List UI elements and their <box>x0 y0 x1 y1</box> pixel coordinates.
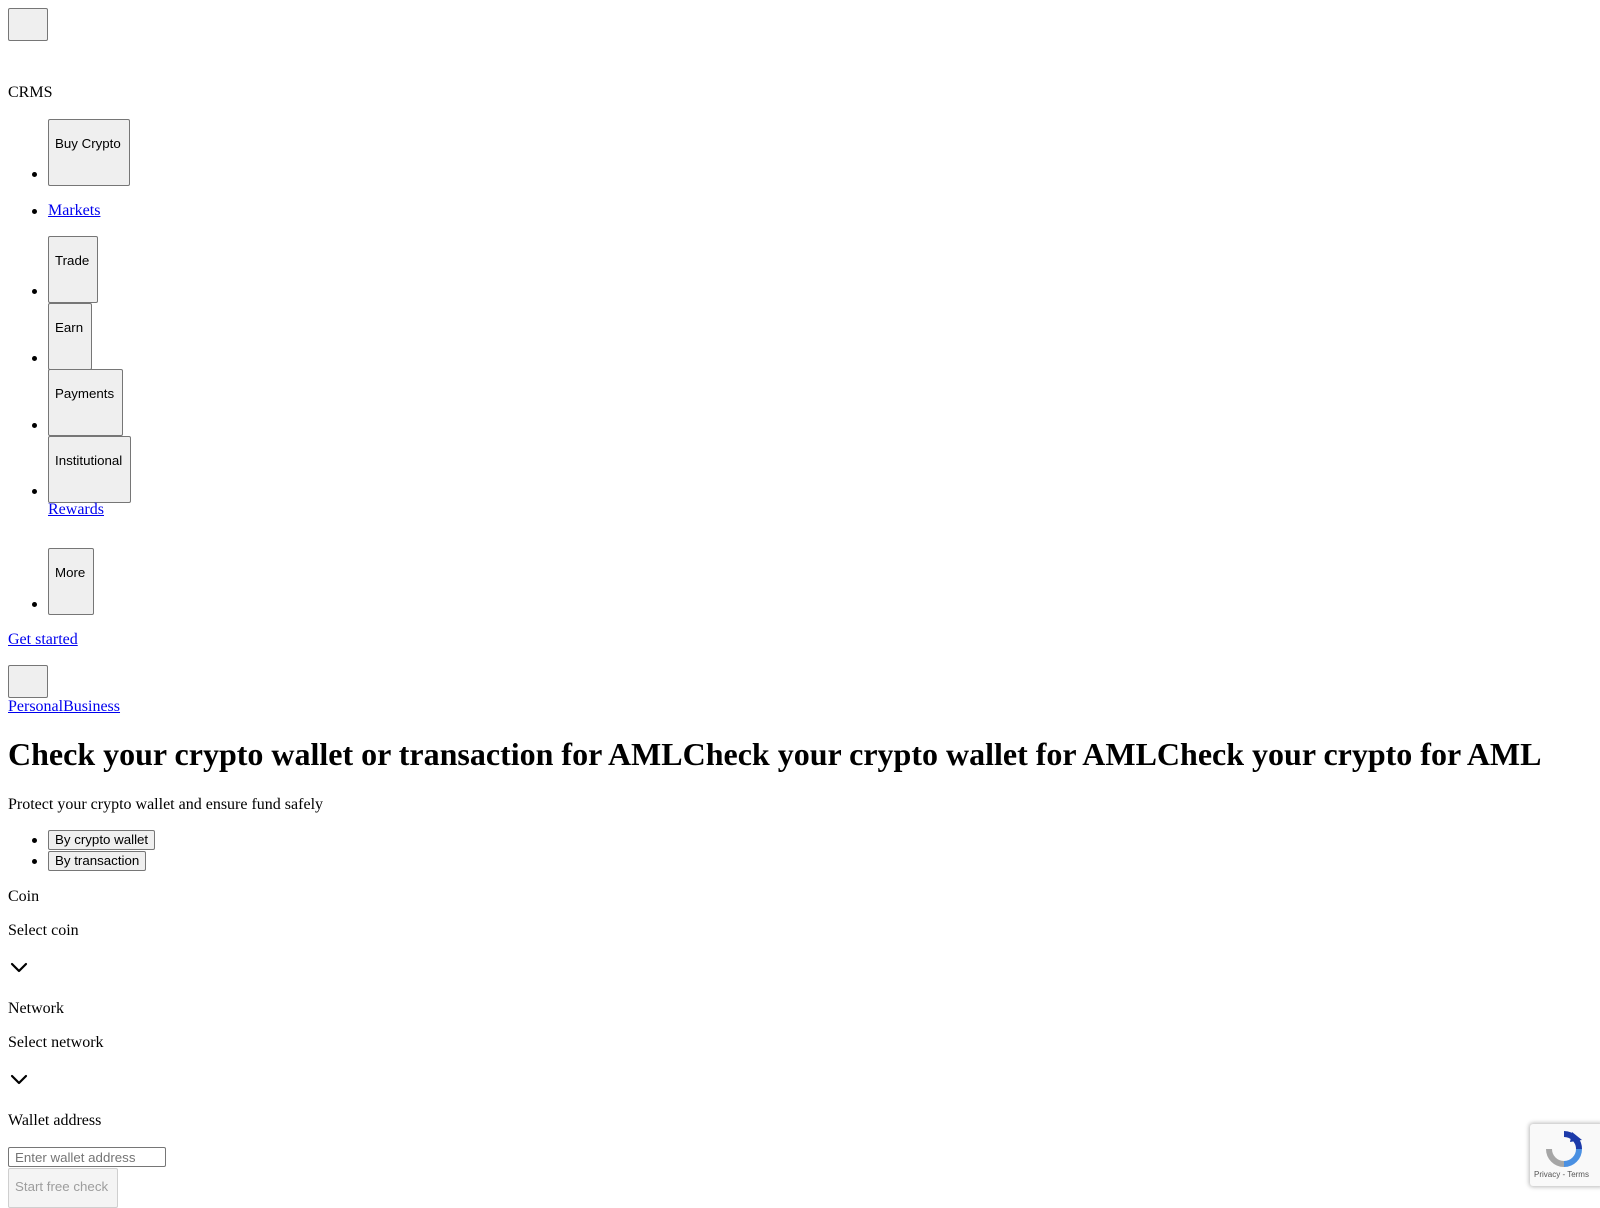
nav-bullet <box>32 356 37 361</box>
nav-markets-link[interactable]: Markets <box>48 202 100 220</box>
tab-by-transaction[interactable]: By transaction <box>48 851 147 871</box>
nav-bullet <box>32 423 37 428</box>
nav-institutional-button[interactable]: Institutional <box>48 436 131 503</box>
nav-bullet <box>32 602 37 607</box>
segment-switch: PersonalBusiness <box>8 698 120 716</box>
coin-select-value[interactable]: Select coin <box>8 922 79 940</box>
secondary-menu-button[interactable] <box>8 665 48 698</box>
nav-bullet <box>32 172 37 177</box>
nav-bullet <box>32 209 37 214</box>
brand-logo: CRMS <box>8 84 53 101</box>
wallet-address-label: Wallet address <box>8 1112 102 1129</box>
nav-more-button[interactable]: More <box>48 548 94 615</box>
nav-earn-button[interactable]: Earn <box>48 303 92 370</box>
nav-bullet <box>32 489 37 494</box>
tab-by-crypto-wallet[interactable]: By crypto wallet <box>48 830 156 850</box>
hero-subtitle: Protect your crypto wallet and ensure fu… <box>8 796 324 813</box>
hero-headline: Check your crypto wallet or transaction … <box>8 736 1542 772</box>
chevron-down-icon[interactable] <box>8 1073 30 1087</box>
recaptcha-badge[interactable]: Privacy - Terms <box>1530 1124 1600 1186</box>
nav-trade-button[interactable]: Trade <box>48 236 98 303</box>
recaptcha-icon <box>1546 1131 1582 1167</box>
coin-label: Coin <box>8 888 40 905</box>
nav-buy-crypto-button[interactable]: Buy Crypto <box>48 119 130 186</box>
start-free-check-button[interactable]: Start free check <box>8 1168 118 1208</box>
nav-bullet <box>32 289 37 294</box>
network-select-value[interactable]: Select network <box>8 1034 104 1052</box>
tab-bullet <box>32 838 37 843</box>
business-link[interactable]: Business <box>63 698 120 715</box>
tab-bullet <box>32 859 37 864</box>
personal-link[interactable]: Personal <box>8 698 63 715</box>
nav-rewards-link[interactable]: Rewards <box>48 501 104 519</box>
menu-toggle-button[interactable] <box>8 8 48 41</box>
recaptcha-terms[interactable]: Privacy - Terms <box>1534 1170 1589 1179</box>
wallet-address-input[interactable] <box>8 1147 166 1167</box>
get-started-link[interactable]: Get started <box>8 631 78 649</box>
nav-payments-button[interactable]: Payments <box>48 369 123 436</box>
chevron-down-icon[interactable] <box>8 961 30 975</box>
network-label: Network <box>8 1000 64 1017</box>
